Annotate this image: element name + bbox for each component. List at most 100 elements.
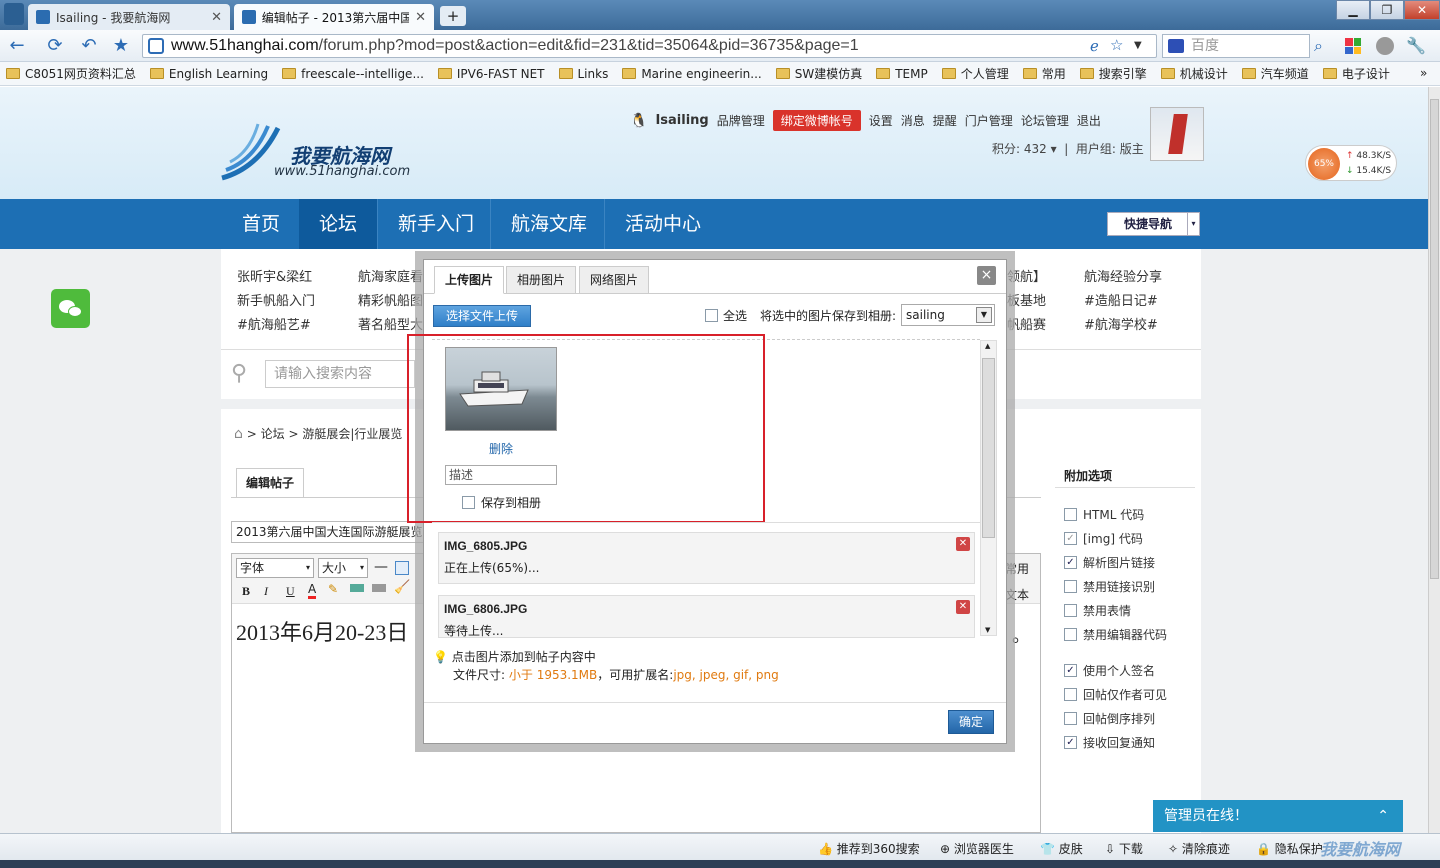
undo-icon[interactable]: ↶ [78, 36, 100, 56]
nav-home[interactable]: 首页 [222, 199, 300, 249]
checkbox[interactable]: ✓ [1064, 735, 1077, 749]
topic-link[interactable]: 精彩帆船图 [358, 290, 423, 309]
checkbox[interactable] [1064, 603, 1077, 617]
settings-link[interactable]: 设置 [869, 112, 893, 129]
option-use-signature[interactable]: ✓ 使用个人签名 [1064, 658, 1195, 682]
underline-button[interactable]: U [286, 584, 295, 599]
font-size-select[interactable]: 大小 ▾ [318, 558, 368, 578]
bookmark-folder[interactable]: IPV6-FAST NET [437, 67, 545, 81]
wrench-icon[interactable]: 🔧 [1406, 36, 1426, 55]
topic-link[interactable]: 著名船型大 [358, 314, 423, 333]
close-tab-icon[interactable]: ✕ [415, 10, 426, 25]
spellcheck-icon[interactable]: ✎ [328, 582, 338, 596]
tab-edit-post[interactable]: 编辑帖子 [236, 468, 304, 498]
option-disable-smilies[interactable]: 禁用表情 [1064, 598, 1195, 622]
address-bar[interactable]: www.51hanghai.com/forum.php?mod=post&act… [142, 34, 1157, 58]
tab-upload-image[interactable]: 上传图片 [434, 266, 505, 294]
quick-nav-button[interactable]: 快捷导航 ▾ [1107, 212, 1200, 236]
select-all-checkbox[interactable]: 全选 [705, 307, 747, 324]
close-dialog-button[interactable]: × [977, 266, 996, 285]
apps-grid-icon[interactable] [1345, 38, 1361, 54]
user-points[interactable]: 积分: 432 [992, 142, 1047, 156]
font-family-select[interactable]: 字体 ▾ [236, 558, 314, 578]
bookmark-folder[interactable]: 常用 [1022, 65, 1066, 82]
status-download[interactable]: ⇩ 下载 [1105, 840, 1143, 857]
tab-album-image[interactable]: 相册图片 [506, 266, 577, 294]
topic-link[interactable]: #航海学校# [1084, 314, 1158, 333]
status-clear-traces[interactable]: ✧ 清除痕迹 [1168, 840, 1230, 857]
portal-mgmt-link[interactable]: 门户管理 [965, 112, 1013, 129]
remove-file-icon[interactable]: ✕ [956, 537, 970, 551]
messages-link[interactable]: 消息 [901, 112, 925, 129]
nav-forum[interactable]: 论坛 [299, 199, 377, 249]
editor-content[interactable]: 2013年6月20-23日 [236, 615, 408, 647]
wechat-icon[interactable] [51, 289, 90, 328]
bookmarks-more-button[interactable]: » [1420, 66, 1427, 80]
option-author-only[interactable]: 回帖仅作者可见 [1064, 682, 1195, 706]
option-html[interactable]: HTML 代码 [1064, 502, 1195, 526]
remove-file-icon[interactable]: ✕ [956, 600, 970, 614]
select-file-upload-button[interactable]: 选择文件上传 [433, 305, 531, 327]
scroll-down-icon[interactable]: ▼ [985, 626, 990, 634]
confirm-button[interactable]: 确定 [948, 710, 994, 734]
checkbox[interactable] [1064, 687, 1077, 701]
album-select[interactable]: sailing ▼ [901, 304, 995, 326]
back-icon[interactable]: ← [6, 36, 28, 56]
favorite-star-icon[interactable]: ★ [110, 36, 132, 56]
checkbox[interactable] [1064, 507, 1077, 521]
bold-button[interactable]: B [242, 584, 250, 599]
status-privacy[interactable]: 🔒 隐私保护 [1256, 840, 1323, 857]
table-icon[interactable] [395, 561, 409, 575]
close-window-button[interactable]: ✕ [1404, 0, 1440, 20]
scroll-up-icon[interactable]: ▲ [985, 342, 990, 350]
browser-tab-edit-post[interactable]: 编辑帖子 - 2013第六届中国大 ✕ [234, 4, 434, 30]
checkbox[interactable] [1064, 627, 1077, 641]
bookmark-folder[interactable]: 机械设计 [1160, 65, 1228, 82]
font-color-button[interactable]: A [308, 582, 317, 599]
dialog-scroll-thumb[interactable] [982, 358, 995, 538]
horizontal-rule-icon[interactable]: — [374, 559, 388, 575]
topic-link[interactable]: #航海船艺# [237, 314, 311, 333]
minimize-button[interactable]: ▁ [1336, 0, 1370, 20]
option-reply-notify[interactable]: ✓ 接收回复通知 [1064, 730, 1195, 754]
breadcrumb-forum[interactable]: 论坛 [261, 427, 285, 441]
logout-link[interactable]: 退出 [1077, 112, 1101, 129]
search-icon[interactable]: ⌕ [1314, 36, 1323, 56]
forum-mgmt-link[interactable]: 论坛管理 [1021, 112, 1069, 129]
checkbox[interactable]: ✓ [1064, 531, 1077, 545]
ie-compat-icon[interactable]: ℯ [1090, 37, 1099, 55]
option-reverse-order[interactable]: 回帖倒序排列 [1064, 706, 1195, 730]
chevron-up-icon[interactable]: ⌃ [1377, 800, 1389, 832]
status-skin[interactable]: 👕 皮肤 [1040, 840, 1083, 857]
status-browser-doctor[interactable]: ⊕ 浏览器医生 [940, 840, 1014, 857]
bookmark-folder[interactable]: 汽车频道 [1241, 65, 1309, 82]
bookmark-folder[interactable]: freescale--intellige... [282, 67, 424, 81]
topic-link[interactable]: 新手帆船入门 [237, 290, 315, 309]
new-tab-button[interactable]: + [440, 6, 466, 26]
bind-weibo-button[interactable]: 绑定微博帐号 [772, 110, 861, 131]
home-icon[interactable]: ⌂ [234, 426, 243, 442]
bookmark-folder[interactable]: English Learning [149, 67, 268, 81]
clear-format-icon[interactable]: 🧹 [394, 580, 410, 595]
brand-mgmt-link[interactable]: 品牌管理 [717, 112, 765, 129]
bookmark-folder[interactable]: 搜索引擎 [1079, 65, 1147, 82]
user-profile-icon[interactable] [1376, 37, 1394, 55]
page-scrollbar[interactable] [1428, 87, 1440, 833]
bookmark-folder[interactable]: 电子设计 [1322, 65, 1390, 82]
avatar[interactable] [1150, 107, 1204, 161]
breadcrumb-board[interactable]: 游艇展会|行业展览 [302, 427, 402, 441]
bookmark-folder[interactable]: TEMP [876, 67, 928, 81]
link-icon[interactable] [350, 584, 364, 592]
option-img-code[interactable]: ✓ [img] 代码 [1064, 526, 1195, 550]
bookmark-star-icon[interactable]: ☆ [1110, 36, 1123, 54]
topic-link[interactable]: #造船日记# [1084, 290, 1158, 309]
checkbox[interactable]: ✓ [1064, 555, 1077, 569]
option-disable-editor-code[interactable]: 禁用编辑器代码 [1064, 622, 1195, 646]
tab-web-image[interactable]: 网络图片 [579, 266, 650, 294]
italic-button[interactable]: I [264, 584, 268, 599]
unlink-icon[interactable] [372, 584, 386, 592]
option-disable-link[interactable]: 禁用链接识别 [1064, 574, 1195, 598]
browser-tab-isailing[interactable]: Isailing - 我要航海网 ✕ [28, 4, 230, 30]
topic-link[interactable]: 张昕宇&梁红 [237, 266, 312, 285]
network-monitor-widget[interactable]: 65% ↑ 48.3K/S ↓ 15.4K/S [1305, 145, 1397, 181]
